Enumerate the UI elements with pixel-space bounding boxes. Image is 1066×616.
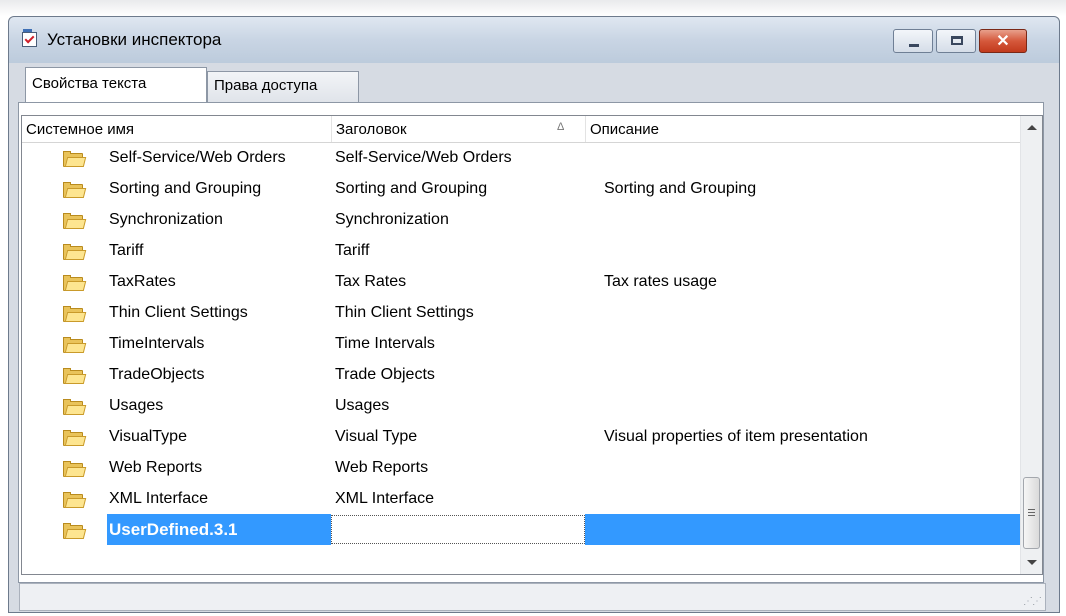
table-row[interactable]: XML Interface XML Interface (22, 483, 1020, 514)
table-row[interactable]: Synchronization Synchronization (22, 204, 1020, 235)
cell-title[interactable]: Trade Objects (331, 359, 435, 390)
cell-system-name[interactable]: Self-Service/Web Orders (109, 142, 286, 173)
folder-icon (63, 399, 87, 415)
status-bar: ⋰⋰ (19, 583, 1046, 611)
column-header-description[interactable]: Описание (585, 116, 1020, 142)
column-header-title-label: Заголовок (336, 121, 407, 138)
title-edit-field[interactable] (331, 515, 585, 544)
cell-description[interactable]: Visual properties of item presentation (585, 421, 868, 452)
cell-title[interactable]: Visual Type (331, 421, 417, 452)
cell-system-name[interactable]: Web Reports (109, 452, 202, 483)
folder-icon (63, 244, 87, 260)
thumb-grip-line (1028, 512, 1035, 513)
cell-system-name[interactable]: VisualType (109, 421, 187, 452)
cell-description[interactable] (585, 204, 604, 235)
folder-icon (63, 151, 87, 167)
cell-system-name[interactable]: TaxRates (109, 266, 176, 297)
title-bar[interactable]: Установки инспектора ✕ (9, 17, 1059, 63)
maximize-button[interactable] (936, 29, 976, 53)
cell-title[interactable]: Sorting and Grouping (331, 173, 487, 204)
table-row[interactable]: TaxRates Tax Rates Tax rates usage (22, 266, 1020, 297)
folder-icon (63, 430, 87, 446)
cell-description[interactable] (585, 328, 604, 359)
cell-description[interactable] (585, 142, 604, 173)
folder-icon (63, 213, 87, 229)
cell-system-name[interactable]: TimeIntervals (109, 328, 204, 359)
cell-title[interactable]: Web Reports (331, 452, 428, 483)
table-row[interactable]: VisualType Visual Type Visual properties o… (22, 421, 1020, 452)
close-button[interactable]: ✕ (979, 29, 1027, 53)
tab-access-rights[interactable]: Права доступа (207, 71, 359, 102)
table-row[interactable]: Tariff Tariff (22, 235, 1020, 266)
table-row[interactable]: Sorting and Grouping Sorting and Grouping… (22, 173, 1020, 204)
cell-title[interactable]: Tariff (331, 235, 369, 266)
cell-description[interactable] (585, 297, 604, 328)
window-title: Установки инспектора (47, 30, 222, 49)
table-row[interactable]: Thin Client Settings Thin Client Settings (22, 297, 1020, 328)
maximize-icon (951, 36, 963, 45)
cell-description[interactable]: Sorting and Grouping (585, 173, 756, 204)
cell-description[interactable] (585, 452, 604, 483)
selection-highlight (585, 514, 1020, 545)
cell-system-name[interactable]: UserDefined.3.1 (109, 514, 238, 545)
cell-description[interactable] (585, 390, 604, 421)
folder-icon (63, 523, 87, 539)
column-header-title[interactable]: Заголовок (331, 116, 585, 142)
folder-icon (63, 182, 87, 198)
cell-system-name[interactable]: XML Interface (109, 483, 208, 514)
close-icon: ✕ (996, 33, 1010, 50)
cell-description[interactable] (585, 235, 604, 266)
sort-ascending-icon: Δ (557, 121, 565, 133)
cell-system-name[interactable]: Usages (109, 390, 163, 421)
folder-icon (63, 275, 87, 291)
table-row[interactable]: TimeIntervals Time Intervals (22, 328, 1020, 359)
minimize-icon (909, 44, 919, 47)
folder-icon (63, 306, 87, 322)
thumb-grip-line (1028, 515, 1035, 516)
cell-title[interactable]: Self-Service/Web Orders (331, 142, 512, 173)
cell-title[interactable]: Synchronization (331, 204, 449, 235)
cell-description[interactable] (585, 359, 604, 390)
cell-description[interactable]: Tax rates usage (585, 266, 717, 297)
folder-icon (63, 337, 87, 353)
scroll-up-arrow-icon[interactable] (1027, 125, 1037, 130)
background-strip (0, 0, 1066, 16)
app-checkbox-icon (22, 29, 37, 47)
folder-icon (63, 368, 87, 384)
list-header: Системное имя Заголовок Δ Описание (22, 116, 1020, 143)
minimize-button[interactable] (893, 29, 933, 53)
vertical-scrollbar[interactable] (1020, 116, 1042, 574)
cell-system-name[interactable]: Synchronization (109, 204, 223, 235)
cell-title[interactable]: Thin Client Settings (331, 297, 474, 328)
cell-title[interactable]: Time Intervals (331, 328, 435, 359)
table-row[interactable]: UserDefined.3.1 (22, 514, 1020, 545)
cell-system-name[interactable]: Tariff (109, 235, 143, 266)
cell-title[interactable]: Usages (331, 390, 389, 421)
cell-title[interactable]: XML Interface (331, 483, 434, 514)
cell-system-name[interactable]: Thin Client Settings (109, 297, 248, 328)
properties-list[interactable]: Системное имя Заголовок Δ Описание Self-… (21, 115, 1043, 575)
inspector-settings-window: Установки инспектора ✕ Свойства текста П… (8, 16, 1060, 613)
table-row[interactable]: Web Reports Web Reports (22, 452, 1020, 483)
scroll-down-arrow-icon[interactable] (1027, 560, 1037, 565)
folder-icon (63, 492, 87, 508)
table-row[interactable]: Self-Service/Web Orders Self-Service/Web … (22, 142, 1020, 173)
cell-description[interactable] (585, 514, 604, 545)
scrollbar-thumb[interactable] (1023, 477, 1040, 549)
table-row[interactable]: Usages Usages (22, 390, 1020, 421)
table-row[interactable]: TradeObjects Trade Objects (22, 359, 1020, 390)
column-header-system-name[interactable]: Системное имя (22, 116, 331, 142)
folder-icon (63, 461, 87, 477)
cell-description[interactable] (585, 483, 604, 514)
cell-system-name[interactable]: Sorting and Grouping (109, 173, 261, 204)
cell-system-name[interactable]: TradeObjects (109, 359, 204, 390)
tab-text-properties[interactable]: Свойства текста (25, 67, 207, 104)
resize-grip-icon[interactable]: ⋰⋰ (1023, 596, 1042, 607)
thumb-grip-line (1028, 509, 1035, 510)
cell-title[interactable]: Tax Rates (331, 266, 406, 297)
